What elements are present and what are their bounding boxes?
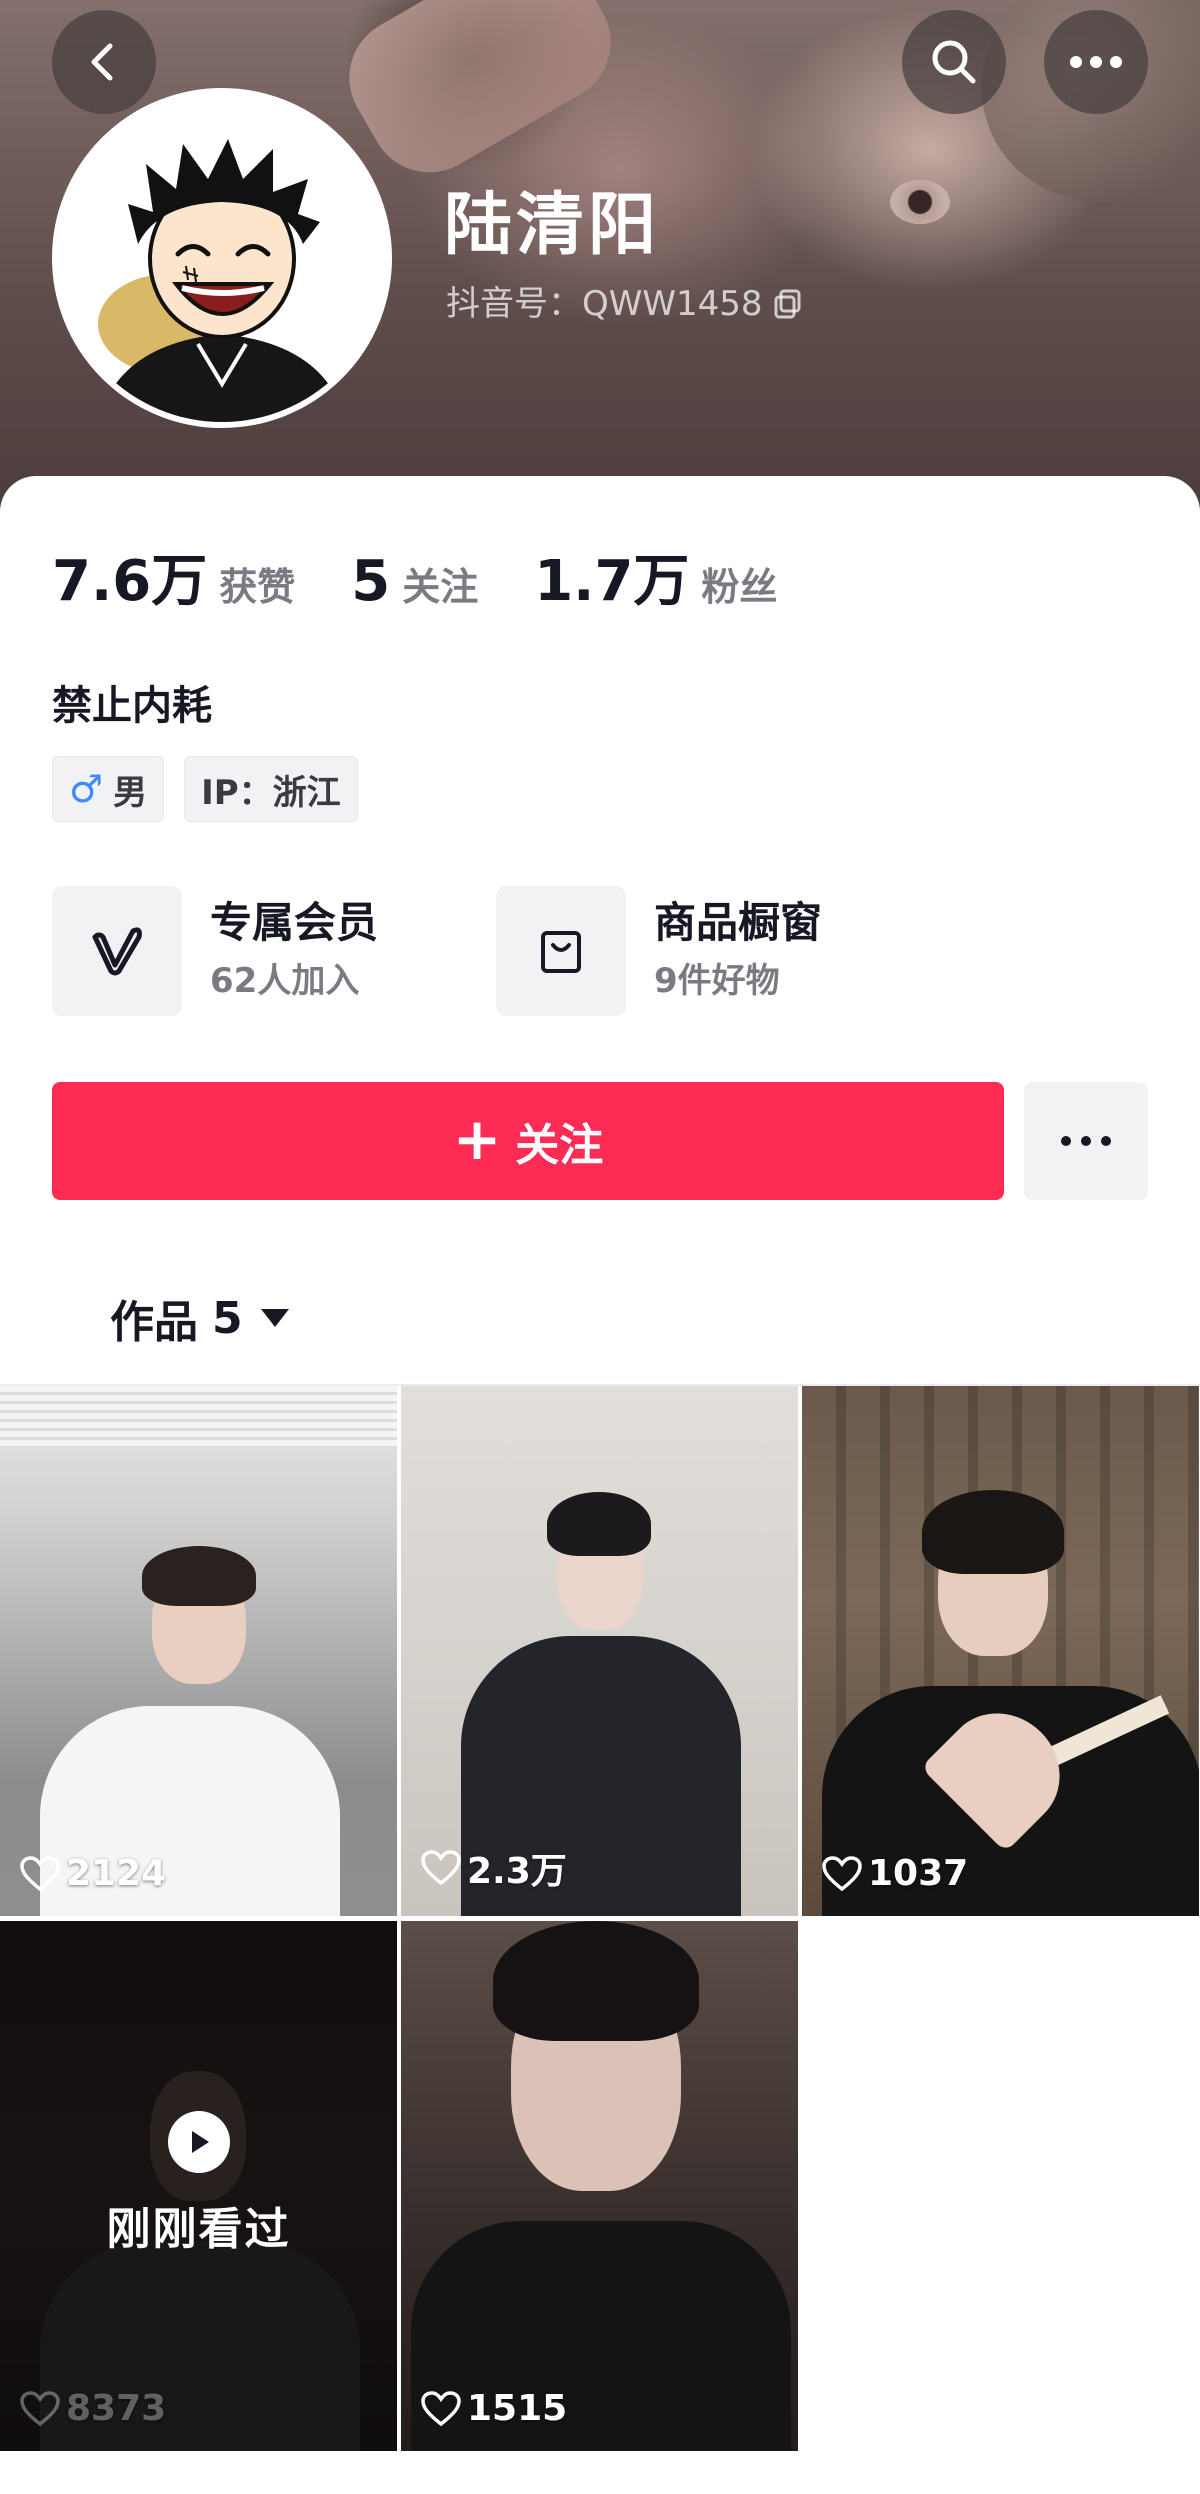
followers-stat[interactable]: 1.7万 粉丝 [534,536,777,617]
shopping-bag-icon [496,886,626,1016]
likes-label: 获赞 [219,565,296,609]
video-thumbnail-watched[interactable]: 刚刚看过 8373 [0,1921,397,2451]
profile-features: 专属会员 62人加入 商品橱窗 9件好物 [52,886,940,1016]
chevron-left-icon [91,43,113,81]
back-button[interactable] [52,10,156,114]
heart-icon [822,1855,862,1891]
thumbnail-figure [142,1546,256,1606]
video-thumbnail[interactable]: 2124 [0,1386,397,1916]
membership-subtitle: 62人加入 [210,961,360,1001]
likes-stat[interactable]: 7.6万 获赞 [52,536,295,617]
play-icon [168,2111,230,2173]
shop-window-subtitle: 9件好物 [654,961,780,1001]
followers-count: 1.7万 [534,549,690,614]
shop-window-entry[interactable]: 商品橱窗 9件好物 [496,886,940,1016]
search-button[interactable] [902,10,1006,114]
douyin-id-text: 抖音号：QWW1458 [446,284,763,324]
gender-text: 男 [113,772,148,813]
heart-icon [20,2390,60,2426]
like-count-text: 1037 [868,1853,969,1894]
follow-more-button[interactable] [1024,1082,1148,1200]
works-tab-count: 5 [212,1292,243,1344]
plus-icon: + [452,1105,502,1173]
following-count: 5 [351,549,391,614]
membership-title: 专属会员 [210,898,379,947]
like-count-text: 8373 [66,2388,167,2429]
likes-count: 7.6万 [52,549,208,614]
ceiling-vent [0,1386,397,1446]
vip-v-icon [52,886,182,1016]
heart-icon [20,1855,60,1891]
caret-down-icon [260,1309,289,1327]
search-icon [932,40,976,84]
video-like-count: 1515 [421,2388,567,2429]
like-count-text: 2.3万 [467,1851,567,1892]
like-count-text: 2124 [66,1853,167,1894]
avatar[interactable] [52,88,392,428]
profile-nickname: 陆清阳 [444,186,661,265]
thumbnail-figure [922,1490,1064,1574]
more-options-button[interactable] [1044,10,1148,114]
membership-entry[interactable]: 专属会员 62人加入 [52,886,496,1016]
video-thumbnail[interactable]: 1515 [401,1921,798,2451]
ip-location-text: IP：浙江 [201,772,341,813]
heart-icon [421,2390,461,2426]
douyin-id-row[interactable]: 抖音号：QWW1458 [446,282,805,326]
follow-label: 关注 [515,1120,604,1171]
tab-works[interactable]: 作品 5 [110,1286,289,1350]
video-like-count: 1037 [822,1853,968,1894]
profile-tags: ♂ 男 IP：浙江 [52,756,358,822]
video-thumbnail[interactable]: 2.3万 [401,1386,798,1916]
avatar-cartoon-icon [58,94,386,422]
shop-window-title: 商品橱窗 [654,898,823,947]
video-like-count: 8373 [20,2388,166,2429]
thumbnail-figure [493,1921,699,2041]
following-stat[interactable]: 5 关注 [351,549,478,614]
video-like-count: 2124 [20,1853,166,1894]
like-count-text: 1515 [467,2388,568,2429]
video-like-count: 2.3万 [421,1842,567,1894]
profile-bio: 禁止内耗 [52,683,212,729]
thumbnail-figure [547,1492,651,1556]
follow-button[interactable]: + 关注 [52,1082,1004,1200]
followers-label: 粉丝 [701,565,778,609]
recently-watched-label: 刚刚看过 [106,2204,291,2255]
more-dots-icon [1061,1136,1111,1146]
gender-tag: ♂ 男 [52,756,165,822]
shop-window-text: 商品橱窗 9件好物 [654,895,822,1007]
more-dots-icon [1070,56,1122,68]
male-icon: ♂ [69,767,104,811]
following-label: 关注 [402,565,479,609]
ip-location-tag: IP：浙江 [184,756,358,822]
works-tab-label: 作品 [110,1297,198,1348]
heart-icon [421,1850,461,1886]
video-thumbnail[interactable]: 1037 [802,1386,1199,1916]
watched-overlay [0,1921,397,2451]
copy-icon[interactable] [771,287,805,321]
profile-stats: 7.6万 获赞 5 关注 1.7万 粉丝 [52,536,833,614]
membership-text: 专属会员 62人加入 [210,895,378,1007]
